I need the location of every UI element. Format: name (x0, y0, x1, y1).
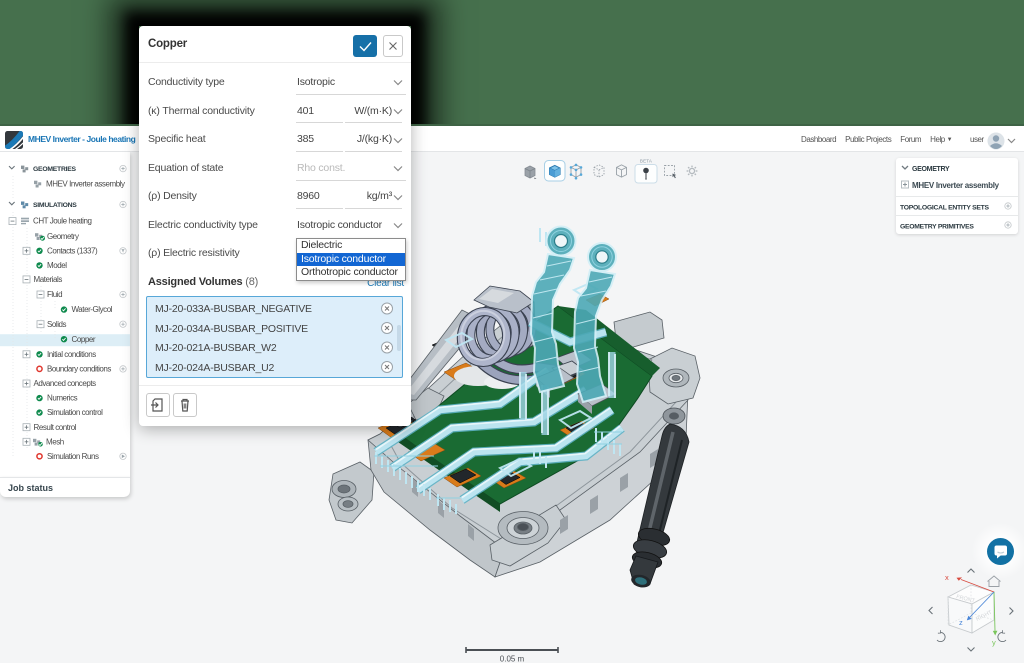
svg-text:Contacts (1337): Contacts (1337) (47, 246, 98, 255)
svg-text:Numerics: Numerics (47, 394, 78, 403)
svg-text:GEOMETRIES: GEOMETRIES (33, 166, 77, 173)
svg-text:Boundary conditions: Boundary conditions (47, 365, 111, 374)
svg-text:z: z (959, 618, 963, 627)
svg-text:Initial conditions: Initial conditions (47, 350, 96, 359)
svg-text:Fluid: Fluid (47, 290, 62, 299)
svg-text:TOPOLOGICAL ENTITY SETS: TOPOLOGICAL ENTITY SETS (900, 205, 989, 212)
svg-text:MHEV Inverter assembly: MHEV Inverter assembly (912, 181, 1000, 190)
svg-text:y: y (992, 638, 996, 647)
svg-text:Solids: Solids (47, 320, 67, 329)
svg-text:Simulation control: Simulation control (47, 408, 103, 417)
svg-text:0.05 m: 0.05 m (500, 655, 525, 663)
svg-text:Model: Model (47, 261, 67, 270)
svg-text:Water-Glycol: Water-Glycol (72, 305, 113, 314)
svg-text:SIMULATIONS: SIMULATIONS (33, 202, 77, 209)
svg-text:Copper: Copper (72, 335, 96, 344)
svg-text:Geometry: Geometry (47, 232, 79, 241)
svg-text:Simulation Runs: Simulation Runs (47, 452, 99, 461)
svg-text:x: x (945, 573, 949, 582)
svg-text:Advanced concepts: Advanced concepts (34, 379, 97, 388)
svg-text:CHT Joule heating: CHT Joule heating (33, 217, 91, 226)
svg-text:Materials: Materials (34, 275, 63, 284)
svg-text:GEOMETRY PRIMITIVES: GEOMETRY PRIMITIVES (900, 224, 974, 231)
svg-text:Result control: Result control (34, 423, 77, 432)
svg-text:MHEV Inverter assembly: MHEV Inverter assembly (46, 179, 125, 188)
svg-text:BETA: BETA (640, 159, 652, 164)
svg-text:GEOMETRY: GEOMETRY (912, 166, 950, 173)
svg-text:Mesh: Mesh (46, 437, 64, 446)
